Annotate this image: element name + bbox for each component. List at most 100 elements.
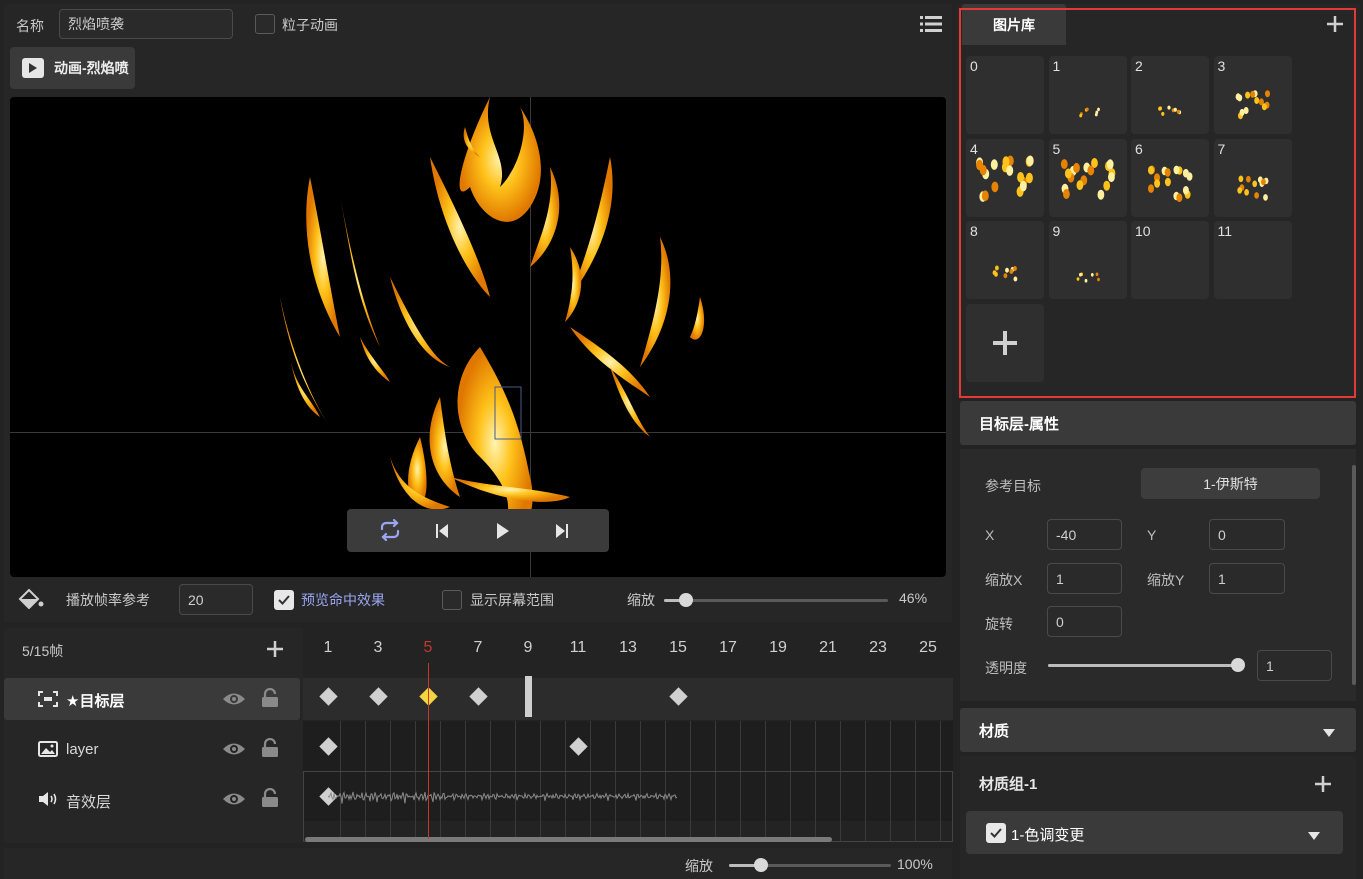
opacity-slider[interactable] (1048, 658, 1245, 672)
frame-number[interactable]: 11 (563, 639, 593, 657)
material-header[interactable]: 材质 (960, 708, 1356, 752)
fire-sprite-thumbnail (1148, 165, 1193, 202)
image-thumbnail[interactable]: 10 (1131, 221, 1209, 299)
frame-number[interactable]: 23 (863, 639, 893, 657)
rotation-value: 0 (1056, 613, 1064, 630)
plus-icon (993, 331, 1017, 355)
timeline-grid-lines (303, 678, 953, 842)
properties-scrollbar[interactable] (1352, 465, 1356, 685)
fire-effect-sprite (280, 97, 705, 539)
timeline-zoom-slider[interactable] (729, 858, 891, 872)
caret-down-icon[interactable] (1322, 725, 1336, 741)
frame-number[interactable]: 15 (663, 639, 693, 657)
frame-end-marker[interactable] (525, 676, 532, 717)
frame-number[interactable]: 25 (913, 639, 943, 657)
x-input[interactable]: -40 (1047, 519, 1122, 550)
material-group-title: 材质组-1 (979, 776, 1038, 793)
next-frame-icon[interactable] (555, 523, 569, 542)
timeline-scrollbar[interactable] (305, 837, 832, 842)
screen-range-checkbox[interactable] (442, 590, 462, 610)
add-image-button[interactable] (966, 304, 1044, 382)
layer-name: layer (66, 741, 99, 758)
frame-number[interactable]: 7 (463, 639, 493, 657)
frame-number[interactable]: 17 (713, 639, 743, 657)
prev-frame-icon[interactable] (435, 523, 449, 542)
opacity-fill (1048, 664, 1238, 667)
fire-sprite-thumbnail (1158, 105, 1182, 116)
image-thumbnail[interactable]: 4 (966, 138, 1044, 217)
rotation-input[interactable]: 0 (1047, 606, 1122, 637)
hit-effect-checkbox[interactable] (274, 590, 294, 610)
list-menu-icon[interactable] (920, 15, 942, 33)
animation-tab[interactable]: 动画-烈焰喷 (10, 47, 135, 89)
frame-number[interactable]: 19 (763, 639, 793, 657)
fire-sprite-thumbnail (1235, 90, 1270, 120)
scale-x-value: 1 (1056, 570, 1064, 587)
scale-x-input[interactable]: 1 (1047, 563, 1122, 594)
x-value: -40 (1056, 526, 1077, 543)
eye-icon[interactable] (222, 741, 246, 760)
image-thumbnail[interactable]: 6 (1131, 138, 1209, 217)
checkmark-icon (990, 828, 1002, 838)
image-thumbnail[interactable]: 5 (1048, 138, 1127, 217)
image-library-tab[interactable]: 图片库 (962, 4, 1066, 45)
image-library-title: 图片库 (993, 16, 1035, 33)
y-value: 0 (1218, 526, 1226, 543)
frame-number[interactable]: 3 (363, 639, 393, 657)
add-material-icon[interactable] (1313, 774, 1333, 797)
image-thumbnail[interactable]: 8 (966, 221, 1044, 299)
preview-zoom-label: 缩放 (627, 592, 655, 608)
image-thumbnail[interactable]: 3 (1213, 56, 1292, 134)
frame-number[interactable]: 21 (813, 639, 843, 657)
play-icon[interactable] (496, 522, 510, 543)
ref-target-select[interactable]: 1-伊斯特 (1141, 468, 1320, 499)
playhead[interactable] (428, 663, 429, 839)
paint-bucket-icon[interactable] (18, 587, 44, 612)
layer-row-image[interactable]: layer (4, 728, 300, 770)
preview-canvas[interactable] (10, 97, 946, 577)
frame-number[interactable]: 13 (613, 639, 643, 657)
image-thumbnail[interactable]: 2 (1131, 56, 1209, 134)
scale-y-value: 1 (1218, 570, 1226, 587)
lock-icon[interactable] (261, 687, 279, 711)
image-thumbnail[interactable]: 11 (1213, 221, 1292, 299)
caret-down-icon[interactable] (1307, 828, 1321, 844)
play-video-icon (22, 58, 44, 78)
opacity-input[interactable]: 1 (1257, 650, 1332, 681)
name-input[interactable]: 烈焰喷袭 (59, 9, 233, 39)
loop-icon[interactable] (378, 518, 402, 544)
screen-range-label: 显示屏幕范围 (470, 592, 554, 608)
material-item-checkbox[interactable] (986, 823, 1006, 843)
fire-sprite-thumbnail (1236, 175, 1268, 201)
y-input[interactable]: 0 (1209, 519, 1285, 550)
add-layer-icon[interactable] (265, 639, 285, 662)
opacity-knob[interactable] (1231, 658, 1245, 672)
image-thumbnail[interactable]: 7 (1213, 138, 1292, 217)
material-item-label: 1-色调变更 (1011, 827, 1085, 844)
add-image-icon[interactable] (1325, 14, 1345, 37)
scale-y-input[interactable]: 1 (1209, 563, 1285, 594)
ref-target-value: 1-伊斯特 (1203, 475, 1258, 492)
layer-row-audio[interactable]: 音效层 (4, 778, 300, 820)
material-item[interactable]: 1-色调变更 (966, 811, 1343, 854)
fps-input[interactable]: 20 (179, 584, 253, 615)
audio-waveform (328, 791, 678, 804)
timeline-zoom-value: 100% (897, 856, 933, 872)
image-thumbnail[interactable]: 9 (1048, 221, 1127, 299)
timeline-grid[interactable] (303, 628, 953, 843)
fire-sprite-thumbnail (992, 265, 1018, 282)
image-thumbnail[interactable]: 1 (1048, 56, 1127, 134)
image-thumbnail[interactable]: 0 (966, 56, 1044, 134)
particle-checkbox[interactable] (255, 14, 275, 34)
eye-icon[interactable] (222, 691, 246, 710)
speaker-icon (38, 791, 58, 810)
frame-number[interactable]: 5 (413, 639, 443, 657)
properties-header[interactable]: 目标层-属性 (960, 401, 1356, 445)
lock-icon[interactable] (261, 787, 279, 811)
frame-number[interactable]: 1 (313, 639, 343, 657)
frame-number[interactable]: 9 (513, 639, 543, 657)
preview-zoom-slider[interactable] (664, 593, 888, 607)
lock-icon[interactable] (261, 737, 279, 761)
eye-icon[interactable] (222, 791, 246, 810)
layer-row-target[interactable]: ★目标层 (4, 678, 300, 720)
